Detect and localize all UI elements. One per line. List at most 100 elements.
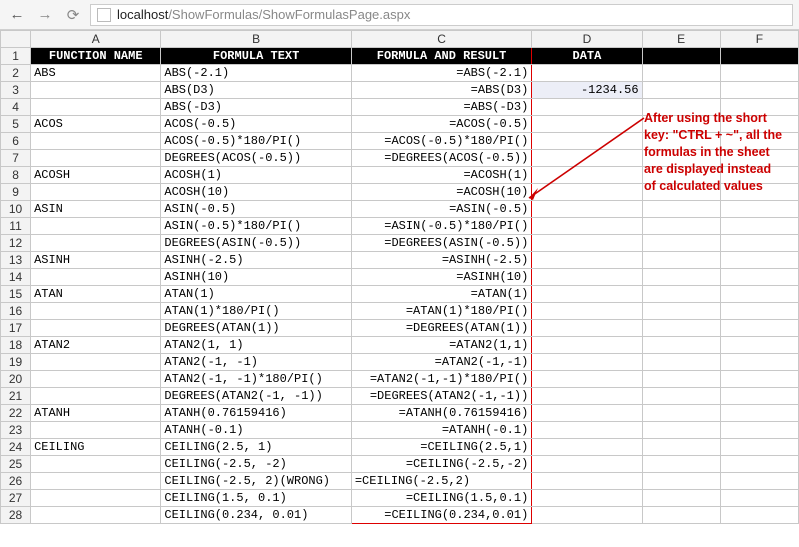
cell[interactable] bbox=[532, 354, 642, 371]
cell[interactable]: ASIN(-0.5) bbox=[161, 201, 351, 218]
cell[interactable] bbox=[31, 354, 161, 371]
header-cell[interactable] bbox=[642, 48, 720, 65]
cell[interactable]: =ASIN(-0.5) bbox=[351, 201, 531, 218]
cell[interactable] bbox=[720, 473, 798, 490]
cell[interactable] bbox=[532, 218, 642, 235]
cell[interactable]: =DEGREES(ATAN2(-1,-1)) bbox=[351, 388, 531, 405]
cell[interactable]: =ATAN(1)*180/PI() bbox=[351, 303, 531, 320]
cell[interactable] bbox=[642, 337, 720, 354]
cell[interactable]: =ATAN2(-1,-1) bbox=[351, 354, 531, 371]
cell[interactable] bbox=[642, 252, 720, 269]
select-all-corner[interactable] bbox=[1, 31, 31, 48]
cell[interactable]: ACOSH(1) bbox=[161, 167, 351, 184]
cell[interactable] bbox=[720, 439, 798, 456]
reload-button[interactable]: ⟳ bbox=[62, 4, 84, 26]
cell[interactable]: =ATANH(-0.1) bbox=[351, 422, 531, 439]
cell[interactable] bbox=[532, 422, 642, 439]
cell[interactable]: =ASINH(10) bbox=[351, 269, 531, 286]
row-header[interactable]: 4 bbox=[1, 99, 31, 116]
row-header[interactable]: 15 bbox=[1, 286, 31, 303]
cell[interactable]: =ASIN(-0.5)*180/PI() bbox=[351, 218, 531, 235]
cell[interactable]: ABS bbox=[31, 65, 161, 82]
cell[interactable] bbox=[720, 422, 798, 439]
row-header[interactable]: 19 bbox=[1, 354, 31, 371]
row-header[interactable]: 25 bbox=[1, 456, 31, 473]
row-header[interactable]: 8 bbox=[1, 167, 31, 184]
row-header[interactable]: 26 bbox=[1, 473, 31, 490]
cell[interactable] bbox=[720, 507, 798, 524]
cell[interactable] bbox=[31, 218, 161, 235]
cell[interactable] bbox=[532, 388, 642, 405]
cell[interactable]: =CEILING(-2.5,2) bbox=[351, 473, 531, 490]
header-cell[interactable]: FORMULA TEXT bbox=[161, 48, 351, 65]
cell[interactable] bbox=[31, 473, 161, 490]
cell[interactable] bbox=[720, 99, 798, 116]
cell[interactable] bbox=[532, 490, 642, 507]
cell[interactable]: =ATAN2(1,1) bbox=[351, 337, 531, 354]
cell[interactable] bbox=[720, 150, 798, 167]
cell[interactable] bbox=[720, 456, 798, 473]
cell[interactable]: ACOS(-0.5) bbox=[161, 116, 351, 133]
row-header[interactable]: 9 bbox=[1, 184, 31, 201]
cell[interactable] bbox=[642, 303, 720, 320]
row-header[interactable]: 27 bbox=[1, 490, 31, 507]
cell[interactable]: DEGREES(ASIN(-0.5)) bbox=[161, 235, 351, 252]
cell[interactable] bbox=[642, 235, 720, 252]
cell[interactable]: =CEILING(2.5,1) bbox=[351, 439, 531, 456]
cell[interactable] bbox=[642, 82, 720, 99]
cell[interactable] bbox=[31, 150, 161, 167]
row-header[interactable]: 6 bbox=[1, 133, 31, 150]
cell[interactable] bbox=[720, 405, 798, 422]
cell[interactable]: ATAN2(1, 1) bbox=[161, 337, 351, 354]
col-header[interactable]: C bbox=[351, 31, 531, 48]
cell[interactable]: ASINH bbox=[31, 252, 161, 269]
cell[interactable] bbox=[642, 269, 720, 286]
cell[interactable]: =ASINH(-2.5) bbox=[351, 252, 531, 269]
cell[interactable] bbox=[642, 507, 720, 524]
cell[interactable] bbox=[532, 65, 642, 82]
spreadsheet[interactable]: A B C D E F 1 FUNCTION NAME FORMULA TEXT… bbox=[0, 30, 799, 524]
cell[interactable] bbox=[642, 150, 720, 167]
cell[interactable] bbox=[720, 201, 798, 218]
cell[interactable]: =CEILING(1.5,0.1) bbox=[351, 490, 531, 507]
col-header[interactable]: F bbox=[720, 31, 798, 48]
cell[interactable] bbox=[532, 184, 642, 201]
cell[interactable]: ATANH(0.76159416) bbox=[161, 405, 351, 422]
row-header[interactable]: 14 bbox=[1, 269, 31, 286]
row-header[interactable]: 13 bbox=[1, 252, 31, 269]
cell[interactable] bbox=[532, 99, 642, 116]
cell[interactable]: ATANH bbox=[31, 405, 161, 422]
cell[interactable]: ABS(D3) bbox=[161, 82, 351, 99]
cell[interactable] bbox=[31, 507, 161, 524]
cell[interactable] bbox=[642, 320, 720, 337]
header-cell[interactable] bbox=[720, 48, 798, 65]
cell[interactable] bbox=[532, 507, 642, 524]
cell[interactable] bbox=[31, 422, 161, 439]
row-header[interactable]: 2 bbox=[1, 65, 31, 82]
cell[interactable] bbox=[532, 371, 642, 388]
cell[interactable] bbox=[642, 473, 720, 490]
cell[interactable] bbox=[532, 269, 642, 286]
cell[interactable] bbox=[642, 286, 720, 303]
cell[interactable]: CEILING(-2.5, -2) bbox=[161, 456, 351, 473]
cell[interactable] bbox=[642, 201, 720, 218]
cell[interactable]: ATAN bbox=[31, 286, 161, 303]
row-header[interactable]: 1 bbox=[1, 48, 31, 65]
cell[interactable] bbox=[642, 371, 720, 388]
cell[interactable]: ABS(-D3) bbox=[161, 99, 351, 116]
cell[interactable] bbox=[642, 456, 720, 473]
cell[interactable]: =ATAN(1) bbox=[351, 286, 531, 303]
cell[interactable]: ATAN(1) bbox=[161, 286, 351, 303]
cell[interactable]: ATANH(-0.1) bbox=[161, 422, 351, 439]
cell[interactable] bbox=[31, 82, 161, 99]
cell[interactable] bbox=[532, 167, 642, 184]
cell[interactable] bbox=[642, 218, 720, 235]
cell[interactable] bbox=[720, 133, 798, 150]
cell[interactable] bbox=[720, 184, 798, 201]
cell[interactable]: =CEILING(-2.5,-2) bbox=[351, 456, 531, 473]
row-header[interactable]: 3 bbox=[1, 82, 31, 99]
cell[interactable] bbox=[532, 252, 642, 269]
cell[interactable]: CEILING(2.5, 1) bbox=[161, 439, 351, 456]
cell[interactable] bbox=[532, 405, 642, 422]
cell[interactable]: ASINH(10) bbox=[161, 269, 351, 286]
